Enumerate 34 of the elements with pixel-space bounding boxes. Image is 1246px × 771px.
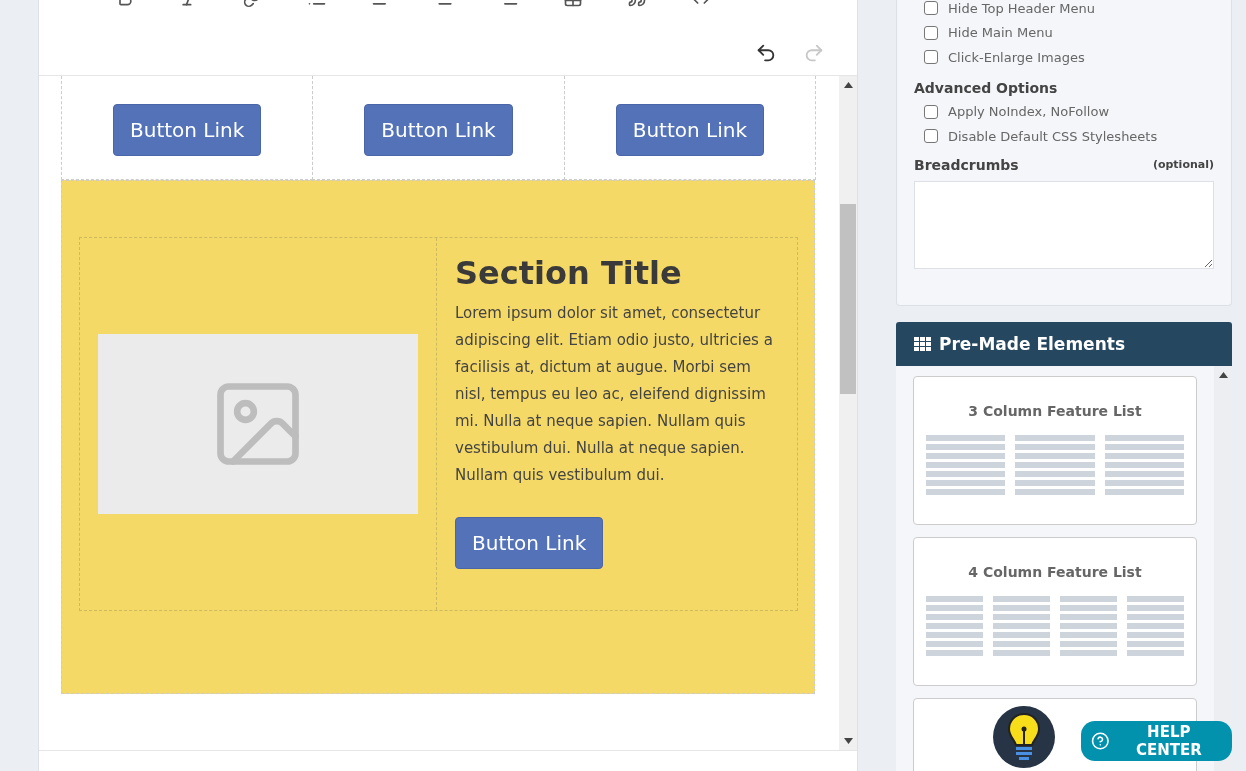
scroll-up-icon[interactable] — [1218, 371, 1228, 378]
checkbox-option[interactable]: Hide Top Header Menu — [914, 0, 1214, 21]
button-link[interactable]: Button Link — [113, 104, 262, 156]
breadcrumbs-label: Breadcrumbs — [914, 156, 1019, 173]
lightbulb-icon — [1007, 712, 1041, 762]
section-heading: Advanced Options — [914, 79, 1059, 96]
card-title: 3 Column Feature List — [968, 402, 1142, 419]
scroll-up-icon[interactable] — [843, 82, 853, 88]
scrollbar[interactable] — [1214, 365, 1232, 771]
panel-header: Pre-Made Elements — [896, 321, 1232, 366]
help-center-button[interactable]: HELP CENTER — [1081, 721, 1232, 761]
checkbox-option[interactable]: Disable Default CSS Stylesheets — [914, 124, 1214, 149]
button-link[interactable]: Button Link — [455, 517, 604, 569]
scrollbar[interactable] — [839, 76, 857, 750]
button-link[interactable]: Button Link — [364, 104, 513, 156]
grid-icon — [914, 336, 931, 351]
element-card[interactable]: 3 Column Feature List — [913, 375, 1197, 525]
button-link[interactable]: Button Link — [615, 104, 764, 156]
help-icon — [1091, 731, 1110, 751]
checkbox[interactable] — [924, 129, 938, 144]
checkbox[interactable] — [924, 50, 938, 65]
checkbox[interactable] — [924, 25, 938, 40]
checkbox[interactable] — [924, 104, 938, 119]
checkbox-option[interactable]: Hide Main Menu — [914, 20, 1214, 45]
section-paragraph: Lorem ipsum dolor sit amet, consectetur adipiscing elit. Etiam odio justo, ultricies a facilisis at, dictum at augue. Morbi sem nisl, tempus eu leo ac, eleifend dignissim mi. Nulla at neque sapien. Nullam quis vestibulum dui. Nulla at neque sapien. Nullam quis vestibulum dui. — [455, 303, 774, 486]
scroll-down-icon[interactable] — [843, 738, 853, 744]
card-title: 4 Column Feature List — [968, 563, 1142, 580]
breadcrumbs-field[interactable] — [914, 180, 1214, 269]
optional-label: (optional) — [1152, 158, 1214, 171]
section-title: Section Title — [455, 254, 682, 292]
checkbox[interactable] — [924, 1, 938, 16]
element-card[interactable]: 4 Column Feature List — [913, 536, 1197, 686]
checkbox-option[interactable]: Apply NoIndex, NoFollow — [914, 99, 1214, 124]
checkbox-option[interactable]: Click-Enlarge Images — [914, 45, 1214, 70]
